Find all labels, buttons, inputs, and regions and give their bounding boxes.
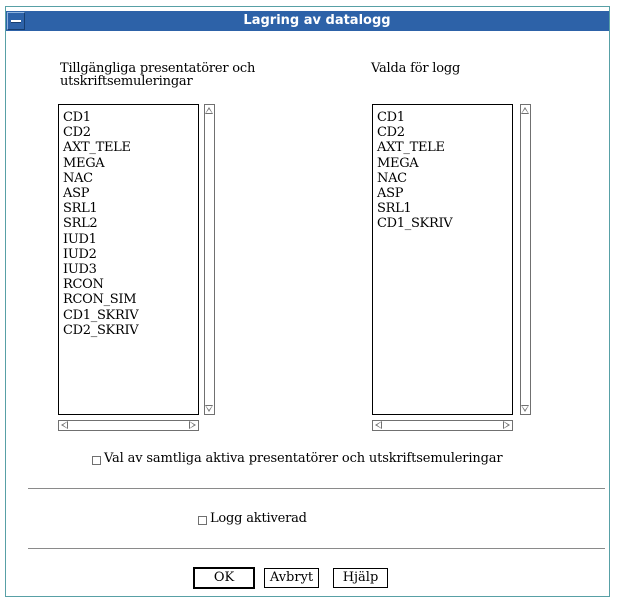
selected-listbox[interactable]: CD1 CD2 AXT_TELE MEGA NAC ASP SRL1 CD1_S… bbox=[372, 104, 513, 415]
select-all-label[interactable]: Val av samtliga aktiva presentatörer och… bbox=[104, 452, 503, 466]
scroll-left-arrow-icon[interactable] bbox=[375, 421, 382, 429]
list-item[interactable]: RCON bbox=[59, 277, 198, 292]
list-item[interactable]: ASP bbox=[373, 186, 512, 201]
selected-horizontal-scrollbar[interactable] bbox=[372, 420, 513, 431]
list-item[interactable]: RCON_SIM bbox=[59, 292, 198, 307]
window-menu-button[interactable] bbox=[7, 12, 25, 30]
list-item[interactable]: CD1 bbox=[373, 110, 512, 125]
available-listbox[interactable]: CD1 CD2 AXT_TELE MEGA NAC ASP SRL1 SRL2 … bbox=[58, 104, 199, 415]
list-item[interactable]: MEGA bbox=[373, 156, 512, 171]
window-title: Lagring av datalogg bbox=[243, 13, 391, 28]
list-item[interactable]: IUD1 bbox=[59, 232, 198, 247]
selected-list-label: Valda för logg bbox=[371, 61, 461, 76]
list-item[interactable]: CD2 bbox=[59, 125, 198, 140]
list-item[interactable]: NAC bbox=[373, 171, 512, 186]
available-vertical-scrollbar[interactable] bbox=[204, 104, 215, 415]
scroll-down-arrow-icon[interactable] bbox=[205, 405, 213, 412]
list-item[interactable]: CD2_SKRIV bbox=[59, 323, 198, 338]
selected-items: CD1 CD2 AXT_TELE MEGA NAC ASP SRL1 CD1_S… bbox=[373, 105, 512, 232]
list-item[interactable]: IUD2 bbox=[59, 247, 198, 262]
list-item[interactable]: MEGA bbox=[59, 156, 198, 171]
list-item[interactable]: AXT_TELE bbox=[59, 140, 198, 155]
list-item[interactable]: IUD3 bbox=[59, 262, 198, 277]
available-horizontal-scrollbar[interactable] bbox=[58, 420, 199, 431]
list-item[interactable]: CD1_SKRIV bbox=[373, 216, 512, 231]
separator bbox=[28, 548, 605, 549]
list-item[interactable]: SRL2 bbox=[59, 216, 198, 231]
list-item[interactable]: CD1_SKRIV bbox=[59, 308, 198, 323]
select-all-checkbox[interactable] bbox=[92, 456, 101, 465]
available-list-label-line2: utskriftsemuleringar bbox=[60, 74, 193, 89]
available-items: CD1 CD2 AXT_TELE MEGA NAC ASP SRL1 SRL2 … bbox=[59, 105, 198, 338]
scroll-up-arrow-icon[interactable] bbox=[205, 107, 213, 114]
scroll-down-arrow-icon[interactable] bbox=[521, 405, 529, 412]
list-item[interactable]: SRL1 bbox=[59, 201, 198, 216]
scroll-right-arrow-icon[interactable] bbox=[189, 421, 196, 429]
list-item[interactable]: NAC bbox=[59, 171, 198, 186]
log-enabled-label[interactable]: Logg aktiverad bbox=[210, 512, 307, 526]
list-item[interactable]: CD1 bbox=[59, 110, 198, 125]
scroll-right-arrow-icon[interactable] bbox=[503, 421, 510, 429]
log-enabled-checkbox[interactable] bbox=[198, 516, 207, 525]
help-button[interactable]: Hjälp bbox=[333, 568, 388, 588]
list-item[interactable]: AXT_TELE bbox=[373, 140, 512, 155]
selected-vertical-scrollbar[interactable] bbox=[520, 104, 531, 415]
ok-button[interactable]: OK bbox=[193, 567, 255, 589]
cancel-button[interactable]: Avbryt bbox=[264, 568, 319, 588]
scroll-left-arrow-icon[interactable] bbox=[61, 421, 68, 429]
scroll-up-arrow-icon[interactable] bbox=[521, 107, 529, 114]
list-item[interactable]: CD2 bbox=[373, 125, 512, 140]
list-item[interactable]: SRL1 bbox=[373, 201, 512, 216]
separator bbox=[28, 488, 605, 489]
list-item[interactable]: ASP bbox=[59, 186, 198, 201]
